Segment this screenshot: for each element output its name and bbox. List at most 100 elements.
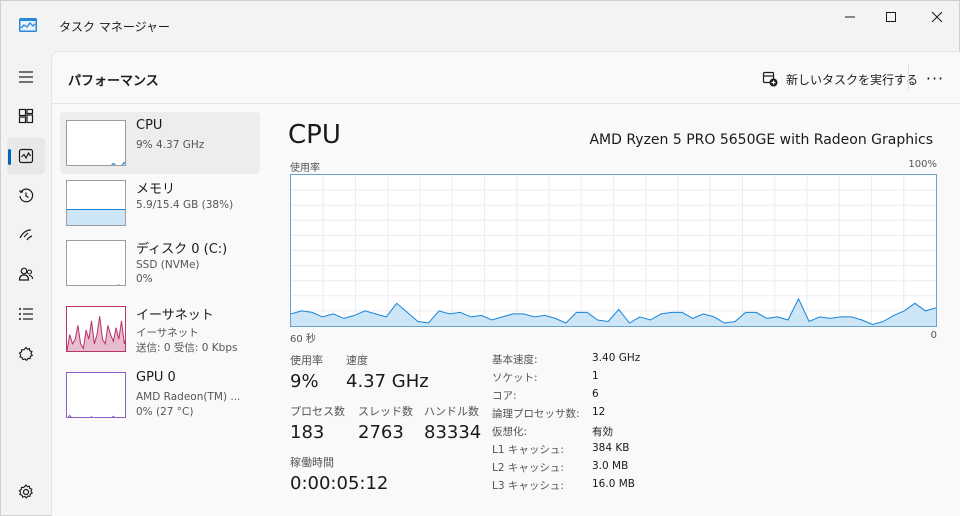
minimize-icon — [845, 16, 855, 18]
main-panel: パフォーマンス 新しいタスクを実行する ··· CPU 9% 4.37 GHz … — [51, 51, 960, 516]
resource-detail: SSD (NVMe) — [136, 259, 200, 271]
resource-memory[interactable]: メモリ 5.9/15.4 GB (38%) — [60, 172, 260, 234]
more-icon: ··· — [925, 68, 945, 88]
ethernet-thumbnail-graph — [66, 306, 126, 352]
processes-label: プロセス数 — [290, 405, 345, 418]
spec-key: コア: — [492, 390, 517, 402]
nav-services[interactable] — [7, 336, 45, 372]
spec-value: 3.40 GHz — [592, 352, 641, 364]
spec-key: ソケット: — [492, 372, 538, 384]
resource-detail: イーサネット — [136, 327, 199, 339]
resource-name: GPU 0 — [136, 370, 176, 385]
chart-x-end-label: 0 — [930, 330, 937, 341]
threads-value: 2763 — [358, 422, 404, 443]
cpu-usage-graph — [290, 175, 937, 326]
close-icon — [931, 11, 943, 23]
spec-key: 仮想化: — [492, 426, 528, 438]
handles-value: 83334 — [424, 422, 482, 443]
resource-usage: 0% — [136, 273, 153, 285]
resource-detail: AMD Radeon(TM) ... — [136, 391, 241, 403]
task-manager-app-icon — [19, 18, 37, 32]
spec-value: 16.0 MB — [592, 478, 635, 490]
usage-value: 9% — [290, 371, 319, 392]
active-nav-indicator — [8, 149, 11, 165]
cpu-model-name: AMD Ryzen 5 PRO 5650GE with Radeon Graph… — [589, 132, 933, 148]
services-icon — [18, 346, 34, 362]
uptime-label: 稼働時間 — [290, 456, 334, 469]
settings-button[interactable] — [7, 474, 45, 510]
close-button[interactable] — [914, 1, 960, 33]
memory-usage-fill — [67, 209, 125, 225]
spec-key: 論理プロセッサ数: — [492, 408, 580, 420]
handles-label: ハンドル数 — [424, 405, 479, 418]
usage-label: 使用率 — [290, 354, 323, 367]
nav-startup-apps[interactable] — [7, 217, 45, 253]
memory-thumbnail-graph — [66, 180, 126, 226]
startup-apps-icon — [19, 229, 33, 241]
header-divider — [908, 64, 909, 90]
resource-usage: 送信: 0 受信: 0 Kbps — [136, 342, 238, 354]
run-new-task-button[interactable]: 新しいタスクを実行する — [762, 68, 918, 90]
resource-detail: 9% 4.37 GHz — [136, 139, 205, 151]
spec-value: 1 — [592, 370, 599, 382]
resource-name: イーサネット — [136, 308, 214, 323]
detail-title: CPU — [288, 120, 341, 150]
more-options-button[interactable]: ··· — [920, 66, 950, 90]
resource-name: CPU — [136, 118, 163, 133]
processes-icon — [18, 108, 34, 124]
details-icon — [19, 308, 33, 320]
ethernet-mini-chart — [67, 316, 125, 351]
mini-chart-line — [117, 284, 120, 285]
window-title: タスク マネージャー — [59, 20, 170, 34]
resource-gpu[interactable]: GPU 0 AMD Radeon(TM) ... 0% (27 °C) — [60, 364, 260, 426]
gpu-mini-chart — [67, 414, 115, 417]
resource-ethernet[interactable]: イーサネット イーサネット 送信: 0 受信: 0 Kbps — [60, 298, 260, 360]
performance-icon — [18, 148, 34, 164]
chart-y-label: 使用率 — [290, 163, 320, 174]
nav-users[interactable] — [7, 256, 45, 292]
spec-key: 基本速度: — [492, 354, 538, 366]
mini-chart-area — [111, 162, 125, 165]
nav-details[interactable] — [7, 296, 45, 332]
processes-value: 183 — [290, 422, 325, 443]
cpu-thumbnail-graph — [66, 120, 126, 166]
disk-thumbnail-graph — [66, 240, 126, 286]
threads-label: スレッド数 — [358, 405, 413, 418]
resource-usage: 0% (27 °C) — [136, 406, 194, 418]
spec-value: 3.0 MB — [592, 460, 629, 472]
chart-x-start-label: 60 秒 — [290, 334, 316, 345]
title-bar[interactable]: タスク マネージャー — [1, 1, 959, 51]
mini-chart-area — [118, 284, 120, 285]
mini-chart-line — [67, 414, 115, 417]
nav-performance[interactable] — [7, 138, 45, 174]
page-title: パフォーマンス — [68, 74, 159, 89]
run-new-task-label: 新しいタスクを実行する — [786, 72, 919, 87]
menu-icon — [19, 71, 33, 83]
resource-name: ディスク 0 (C:) — [136, 242, 228, 257]
chart-y-max-label: 100% — [908, 159, 937, 170]
spec-value: 12 — [592, 406, 606, 418]
uptime-value: 0:00:05:12 — [290, 473, 389, 494]
spec-key: L3 キャッシュ: — [492, 480, 564, 492]
resource-disk[interactable]: ディスク 0 (C:) SSD (NVMe) 0% — [60, 232, 260, 294]
users-icon — [18, 267, 34, 281]
new-task-icon — [762, 71, 778, 87]
maximize-icon — [886, 12, 896, 22]
spec-key: L2 キャッシュ: — [492, 462, 564, 474]
resource-detail: 5.9/15.4 GB (38%) — [136, 199, 234, 211]
nav-app-history[interactable] — [7, 178, 45, 214]
gear-icon — [18, 484, 34, 499]
mini-chart-area — [68, 415, 115, 417]
menu-button[interactable] — [7, 59, 45, 95]
navigation-rail — [1, 51, 51, 516]
resource-cpu[interactable]: CPU 9% 4.37 GHz — [60, 112, 260, 174]
spec-value: 6 — [592, 388, 599, 400]
disk-mini-chart — [117, 284, 120, 285]
nav-processes[interactable] — [7, 98, 45, 134]
speed-value: 4.37 GHz — [346, 371, 429, 392]
spec-value: 384 KB — [592, 442, 630, 454]
app-history-icon — [19, 188, 34, 203]
cpu-mini-chart — [110, 161, 125, 165]
maximize-button[interactable] — [868, 1, 914, 33]
minimize-button[interactable] — [827, 1, 873, 33]
